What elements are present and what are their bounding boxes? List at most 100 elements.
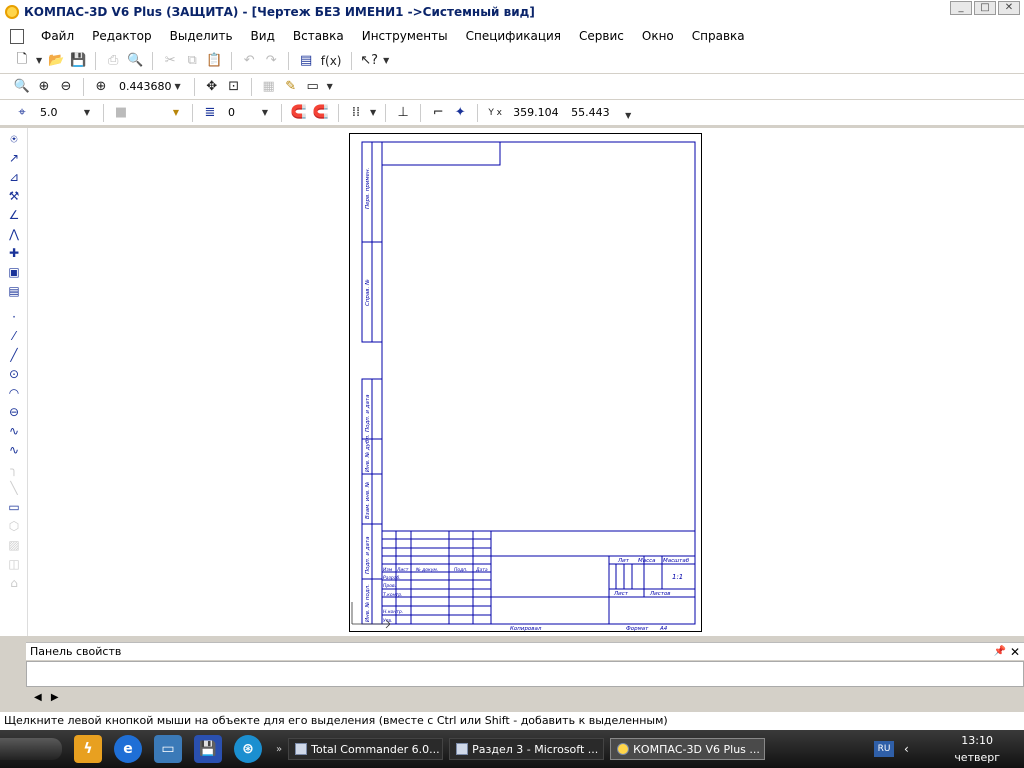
menu-service[interactable]: Сервис <box>570 29 633 43</box>
fillet-icon[interactable]: ╮ <box>6 461 22 477</box>
arc-icon[interactable]: ◠ <box>6 385 22 401</box>
layers-icon[interactable]: ≣ <box>202 105 218 121</box>
pan-icon[interactable]: ✥ <box>204 79 220 95</box>
minimize-button[interactable]: _ <box>950 1 972 15</box>
round-icon[interactable]: ✦ <box>452 105 468 121</box>
open-folder-icon[interactable]: 📂 <box>48 53 64 69</box>
measurements-panel-icon[interactable]: ⋀ <box>6 226 22 242</box>
zoom-dropdown-icon[interactable]: ▼ <box>175 78 181 96</box>
pin-icon[interactable]: 📌 <box>994 643 1006 661</box>
associative-views-panel-icon[interactable]: ▣ <box>6 264 22 280</box>
menu-insert[interactable]: Вставка <box>284 29 353 43</box>
display-dropdown-icon[interactable]: ▼ <box>327 82 333 91</box>
selection-panel-icon[interactable]: ✚ <box>6 245 22 261</box>
chamfer-icon[interactable]: ╲ <box>6 480 22 496</box>
view-field[interactable]: ▼ <box>135 104 183 122</box>
print-icon[interactable]: ⎙ <box>105 53 121 69</box>
new-document-icon[interactable]: 🗋 <box>14 52 30 69</box>
designations-panel-icon[interactable]: ⊿ <box>6 169 22 185</box>
step-field[interactable]: 5.0 ▼ <box>36 104 94 122</box>
menu-edit[interactable]: Редактор <box>83 29 160 43</box>
variables-icon[interactable]: f(x) <box>320 53 342 69</box>
continuous-input-icon[interactable]: ∿ <box>6 423 22 439</box>
point-icon[interactable]: · <box>6 309 22 325</box>
show-all-icon[interactable]: ⊡ <box>226 79 242 95</box>
circle-icon[interactable]: ⊙ <box>6 366 22 382</box>
menu-help[interactable]: Справка <box>683 29 754 43</box>
auxiliary-line-icon[interactable]: ⁄ <box>6 328 22 344</box>
coordinates-dropdown-icon[interactable]: ▼ <box>625 111 631 120</box>
paste-icon[interactable]: 📋 <box>206 53 222 69</box>
menu-file[interactable]: Файл <box>32 29 83 43</box>
help-dropdown-icon[interactable]: ▼ <box>383 56 389 65</box>
menu-tools[interactable]: Инструменты <box>353 29 457 43</box>
undo-icon[interactable]: ↶ <box>241 53 257 69</box>
nav-right-icon[interactable]: ▶ <box>51 692 59 703</box>
step-cursor-icon[interactable]: ⌖ <box>14 105 30 121</box>
parametrization-panel-icon[interactable]: ∠ <box>6 207 22 223</box>
equidistant-icon[interactable]: ⌂ <box>6 575 22 591</box>
rebuild-icon[interactable]: ✎ <box>283 79 299 95</box>
drawing-canvas[interactable]: Перв. примен. Справ. № Подп. и дата Инв.… <box>28 128 1024 636</box>
cut-icon[interactable]: ✂ <box>162 53 178 69</box>
save-icon[interactable]: 💾 <box>70 53 86 69</box>
ellipse-icon[interactable]: ⊖ <box>6 404 22 420</box>
tray-expand-icon[interactable]: ‹ <box>904 742 909 756</box>
start-button[interactable] <box>0 738 62 760</box>
ortho-icon[interactable]: ⌐ <box>430 105 446 121</box>
task-kompas[interactable]: КОМПАС-3D V6 Plus ... <box>610 738 766 760</box>
view-state-icon[interactable]: ■ <box>113 105 129 121</box>
quicklaunch-app-icon[interactable]: ϟ <box>74 735 102 763</box>
properties-close-icon[interactable]: ✕ <box>1010 643 1020 661</box>
y-coordinate-field[interactable]: 55.443 <box>567 104 619 122</box>
zoom-out-icon[interactable]: ⊖ <box>58 79 74 95</box>
floppy-icon[interactable]: 💾 <box>194 735 222 763</box>
task-word[interactable]: Раздел 3 - Microsoft ... <box>449 738 605 760</box>
zoom-scale-icon[interactable]: ⊕ <box>93 79 109 95</box>
language-indicator[interactable]: RU <box>874 741 894 757</box>
display-mode-icon[interactable]: ▭ <box>305 79 321 95</box>
nav-left-icon[interactable]: ◀ <box>34 692 42 703</box>
x-coordinate-field[interactable]: 359.104 <box>509 104 561 122</box>
refresh-icon[interactable]: ▦ <box>261 79 277 95</box>
zoom-field[interactable]: 0.443680 ▼ <box>115 78 185 96</box>
menu-specification[interactable]: Спецификация <box>457 29 570 43</box>
view-dropdown-icon[interactable]: ▼ <box>173 104 179 122</box>
preview-icon[interactable]: 🔍 <box>127 53 143 69</box>
menu-select[interactable]: Выделить <box>161 29 242 43</box>
grid-icon[interactable]: ⁞⁞ <box>348 105 364 121</box>
zoom-in-icon[interactable]: ⊕ <box>36 79 52 95</box>
help-pointer-icon[interactable]: ↖? <box>360 53 378 69</box>
dimensions-panel-icon[interactable]: ↗ <box>6 150 22 166</box>
menu-view[interactable]: Вид <box>242 29 284 43</box>
local-cs-icon[interactable]: ⊥ <box>395 105 411 121</box>
network-icon[interactable]: ⊛ <box>234 735 262 763</box>
layer-dropdown-icon[interactable]: ▼ <box>262 104 268 122</box>
hatch-icon[interactable]: ▨ <box>6 537 22 553</box>
specification-panel-icon[interactable]: ▤ <box>6 283 22 299</box>
rectangle-icon[interactable]: ▭ <box>6 499 22 515</box>
zoom-window-icon[interactable]: 🔍 <box>14 79 30 95</box>
curve-icon[interactable]: ∿ <box>6 442 22 458</box>
quicklaunch-more-icon[interactable]: » <box>276 744 282 755</box>
polygon-icon[interactable]: ⬡ <box>6 518 22 534</box>
menu-window[interactable]: Окно <box>633 29 683 43</box>
new-dropdown-icon[interactable]: ▼ <box>36 56 42 65</box>
step-dropdown-icon[interactable]: ▼ <box>84 104 90 122</box>
geometry-panel-icon[interactable]: ⍟ <box>6 131 22 147</box>
task-total-commander[interactable]: Total Commander 6.0... <box>288 738 444 760</box>
maximize-button[interactable]: □ <box>974 1 996 15</box>
clock[interactable]: 13:10 четверг <box>954 734 1000 764</box>
snap-icon[interactable]: 🧲 <box>291 105 307 121</box>
internet-explorer-icon[interactable]: e <box>114 735 142 763</box>
document-menu-icon[interactable] <box>10 28 24 44</box>
segment-icon[interactable]: ╱ <box>6 347 22 363</box>
close-button[interactable]: ✕ <box>998 1 1020 15</box>
manager-icon[interactable]: ▤ <box>298 53 314 69</box>
copy-icon[interactable]: ⧉ <box>184 53 200 69</box>
local-snap-icon[interactable]: 🧲 <box>313 105 329 121</box>
contour-icon[interactable]: ◫ <box>6 556 22 572</box>
desktop-icon[interactable]: ▭ <box>154 735 182 763</box>
editing-panel-icon[interactable]: ⚒ <box>6 188 22 204</box>
redo-icon[interactable]: ↷ <box>263 53 279 69</box>
